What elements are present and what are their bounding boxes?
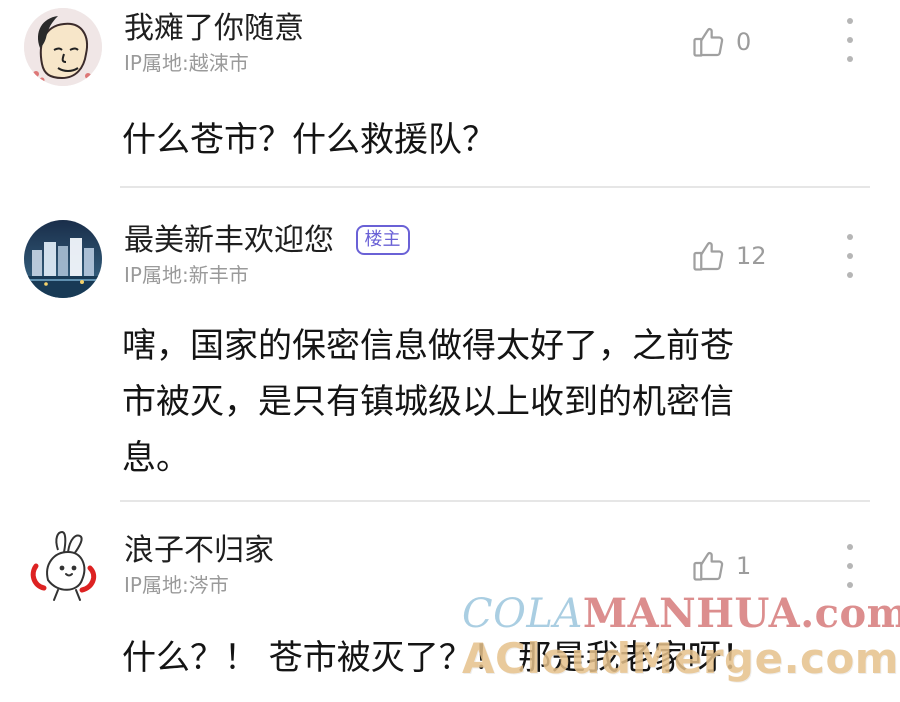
comment-text: 嗐，国家的保密信息做得太好了，之前苍 市被灭，是只有镇城级以上收到的机密信 息。 bbox=[122, 326, 734, 478]
comment-item: 浪子不归家 IP属地:涔市 1 什么？！ 苍市被灭了？！ 那是我老家呀！ bbox=[0, 520, 900, 702]
like-count: 0 bbox=[736, 28, 752, 56]
owner-badge: 楼主 bbox=[355, 224, 410, 255]
more-vertical-icon bbox=[847, 37, 853, 43]
ip-location: IP属地:新丰市 bbox=[124, 263, 249, 287]
username-text[interactable]: 最美新丰欢迎您 bbox=[124, 223, 334, 258]
more-vertical-icon bbox=[847, 18, 853, 24]
like-count: 12 bbox=[736, 242, 767, 270]
ip-location: IP属地:越涑市 bbox=[124, 51, 249, 75]
like-button[interactable]: 1 bbox=[690, 546, 751, 586]
more-vertical-icon bbox=[847, 544, 853, 550]
username[interactable]: 最美新丰欢迎您 楼主 bbox=[124, 222, 410, 260]
comment-item: 最美新丰欢迎您 楼主 IP属地:新丰市 12 嗐，国家的保密信息做得太好了，之前… bbox=[0, 210, 900, 502]
divider bbox=[120, 500, 870, 502]
more-vertical-icon bbox=[847, 253, 853, 259]
divider bbox=[120, 186, 870, 188]
thumbs-up-icon bbox=[690, 24, 726, 60]
comments-page: 我瘫了你随意 IP属地:越涑市 0 什么苍市？什么救援队？ 最美新丰欢迎您 楼主… bbox=[0, 0, 900, 702]
city-avatar-icon[interactable] bbox=[24, 220, 102, 298]
more-button[interactable] bbox=[842, 544, 858, 588]
like-count: 1 bbox=[736, 552, 752, 580]
username[interactable]: 我瘫了你随意 bbox=[124, 10, 304, 48]
ip-location: IP属地:涔市 bbox=[124, 573, 229, 597]
face-avatar-icon[interactable] bbox=[24, 8, 102, 86]
thumbs-up-icon bbox=[690, 238, 726, 274]
comment-item: 我瘫了你随意 IP属地:越涑市 0 什么苍市？什么救援队？ bbox=[0, 0, 900, 188]
more-button[interactable] bbox=[842, 234, 858, 278]
rabbit-avatar-icon[interactable] bbox=[24, 528, 102, 606]
username[interactable]: 浪子不归家 bbox=[124, 532, 274, 570]
like-button[interactable]: 0 bbox=[690, 22, 751, 62]
more-vertical-icon bbox=[847, 563, 853, 569]
more-vertical-icon bbox=[847, 582, 853, 588]
comment-text: 什么？！ 苍市被灭了？！ 那是我老家呀！ bbox=[122, 638, 756, 678]
more-button[interactable] bbox=[842, 18, 858, 62]
thumbs-up-icon bbox=[690, 548, 726, 584]
more-vertical-icon bbox=[847, 234, 853, 240]
more-vertical-icon bbox=[847, 56, 853, 62]
like-button[interactable]: 12 bbox=[690, 236, 767, 276]
comment-text: 什么苍市？什么救援队？ bbox=[122, 120, 496, 160]
more-vertical-icon bbox=[847, 272, 853, 278]
